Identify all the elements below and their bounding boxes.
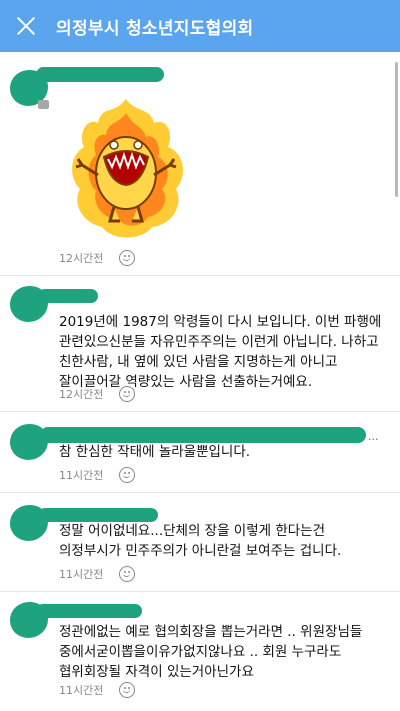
dino-eye-left [109,140,119,150]
redacted-author-name [36,604,142,618]
smiley-icon[interactable] [119,250,136,266]
divider [0,411,400,412]
divider [0,275,400,276]
profile-badge-icon [38,100,49,109]
comment-meta: 11시간전 [59,467,136,483]
redacted-author-name [36,67,164,82]
redacted-author-name [38,508,158,522]
divider [0,492,400,493]
scrollbar[interactable] [395,62,398,197]
comment-text: 참 한심한 작태에 놀라울뿐입니다. [59,444,251,460]
angry-fire-dinosaur-sticker [72,99,183,238]
comment-time: 11시간전 [59,469,104,482]
smiley-icon[interactable] [119,386,136,402]
comment-text: 정말 어이없네요...단체의 장을 이렇게 한다는건 의정부시가 민주주의가 아… [59,523,342,559]
comment-meta: 11시간전 [59,566,136,582]
dino-eye-right [133,140,143,150]
comment-meta: 11시간전 [59,682,136,698]
comment-meta: 12시간전 [59,386,136,402]
comment-time: 11시간전 [59,568,104,581]
comment-time: 12시간전 [59,252,104,265]
comment-text: 정관에없는 예로 협의회장을 뽑는거라면 .. 위원장님들 중에서굳이뽑을이유가… [59,624,363,680]
comment-text: 2019년에 1987의 악령들이 다시 보입니다. 이번 파행에 관련있으신분… [59,314,382,390]
page-title: 의정부시 청소년지도협의회 [56,18,254,39]
comment-time: 11시간전 [59,684,104,697]
redacted-author-name [40,427,366,443]
smiley-icon[interactable] [119,467,136,483]
redacted-author-name [38,289,98,303]
comment-time: 12시간전 [59,388,104,401]
app-header: 의정부시 청소년지도협의회 [0,0,400,52]
smiley-icon[interactable] [119,682,136,698]
comment-meta: 12시간전 [59,250,136,266]
divider [0,591,400,592]
smiley-icon[interactable] [119,566,136,582]
close-icon[interactable] [14,14,38,38]
